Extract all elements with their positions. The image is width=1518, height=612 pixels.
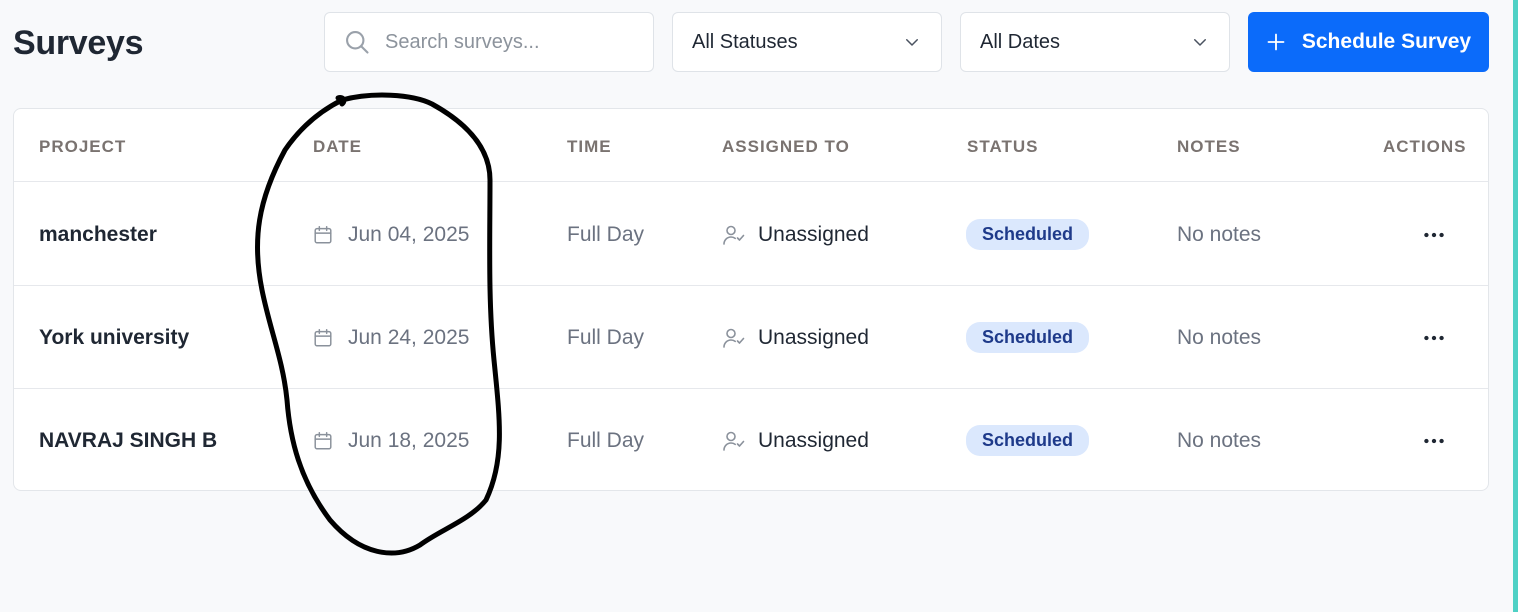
assigned-value: Unassigned (758, 325, 869, 349)
status-cell: Scheduled (966, 286, 1090, 389)
status-cell: Scheduled (966, 389, 1090, 490)
date-cell: Jun 18, 2025 (312, 389, 470, 490)
surveys-page: Surveys All Statuses All Dates Schedule … (0, 0, 1518, 612)
assigned-cell: Unassigned (722, 183, 869, 286)
more-horizontal-icon (1424, 232, 1444, 237)
surveys-table: PROJECT DATE TIME ASSIGNED TO STATUS NOT… (13, 108, 1489, 491)
date-value: Jun 04, 2025 (348, 222, 470, 246)
search-input[interactable] (385, 30, 635, 54)
row-actions-button[interactable] (1421, 183, 1447, 286)
column-header-time[interactable]: TIME (567, 137, 612, 157)
status-badge: Scheduled (966, 322, 1090, 353)
date-filter-value: All Dates (980, 30, 1061, 53)
table-header: PROJECT DATE TIME ASSIGNED TO STATUS NOT… (14, 109, 1488, 182)
project-name[interactable]: manchester (39, 183, 157, 286)
status-cell: Scheduled (966, 183, 1090, 286)
calendar-icon (314, 431, 332, 450)
page-title: Surveys (13, 24, 144, 62)
date-cell: Jun 04, 2025 (312, 183, 469, 286)
date-value: Jun 18, 2025 (348, 428, 470, 452)
notes-value: No notes (1177, 325, 1262, 349)
time-value: Full Day (567, 325, 645, 349)
date-cell: Jun 24, 2025 (312, 286, 469, 389)
date-value: Jun 24, 2025 (348, 325, 470, 349)
schedule-survey-button[interactable]: Schedule Survey (1248, 12, 1489, 72)
status-filter-value: All Statuses (692, 30, 798, 53)
chevron-down-icon (1194, 39, 1206, 46)
project-name[interactable]: NAVRAJ SINGH B (39, 389, 217, 490)
column-header-assigned-to[interactable]: ASSIGNED TO (722, 137, 850, 157)
table-row[interactable]: York university Jun 24, 2025 Full Day Un… (14, 286, 1488, 389)
assigned-cell: Unassigned (722, 286, 869, 389)
assigned-cell: Unassigned (722, 389, 869, 490)
row-actions-button[interactable] (1421, 389, 1447, 490)
column-header-project[interactable]: PROJECT (39, 137, 126, 157)
status-badge: Scheduled (966, 219, 1090, 250)
calendar-icon (314, 328, 332, 347)
column-header-status[interactable]: STATUS (967, 137, 1038, 157)
user-check-icon (723, 328, 745, 348)
table-row[interactable]: manchester Jun 04, 2025 Full Day Unassig… (14, 183, 1488, 286)
column-header-actions: ACTIONS (1383, 137, 1467, 156)
project-name[interactable]: York university (39, 286, 189, 389)
more-horizontal-icon (1424, 438, 1444, 443)
more-horizontal-icon (1424, 335, 1444, 340)
search-icon (346, 31, 369, 54)
plus-icon (1267, 33, 1285, 51)
notes-value: No notes (1177, 222, 1262, 246)
status-badge: Scheduled (966, 425, 1090, 456)
calendar-icon (314, 225, 332, 244)
date-filter-select[interactable]: All Dates (960, 12, 1230, 72)
status-filter-select[interactable]: All Statuses (672, 12, 942, 72)
schedule-survey-label: Schedule Survey (1301, 30, 1472, 53)
window-edge (1513, 0, 1518, 612)
user-check-icon (723, 225, 745, 245)
column-header-date[interactable]: DATE (313, 137, 362, 157)
chevron-down-icon (906, 39, 918, 46)
assigned-value: Unassigned (758, 428, 869, 452)
notes-value: No notes (1177, 428, 1262, 452)
search-box[interactable] (324, 12, 654, 72)
user-check-icon (723, 431, 745, 451)
time-value: Full Day (567, 222, 645, 246)
time-value: Full Day (567, 428, 645, 452)
table-row[interactable]: NAVRAJ SINGH B Jun 18, 2025 Full Day Una… (14, 389, 1488, 490)
assigned-value: Unassigned (758, 222, 869, 246)
column-header-notes: NOTES (1177, 137, 1241, 156)
row-actions-button[interactable] (1421, 286, 1447, 389)
